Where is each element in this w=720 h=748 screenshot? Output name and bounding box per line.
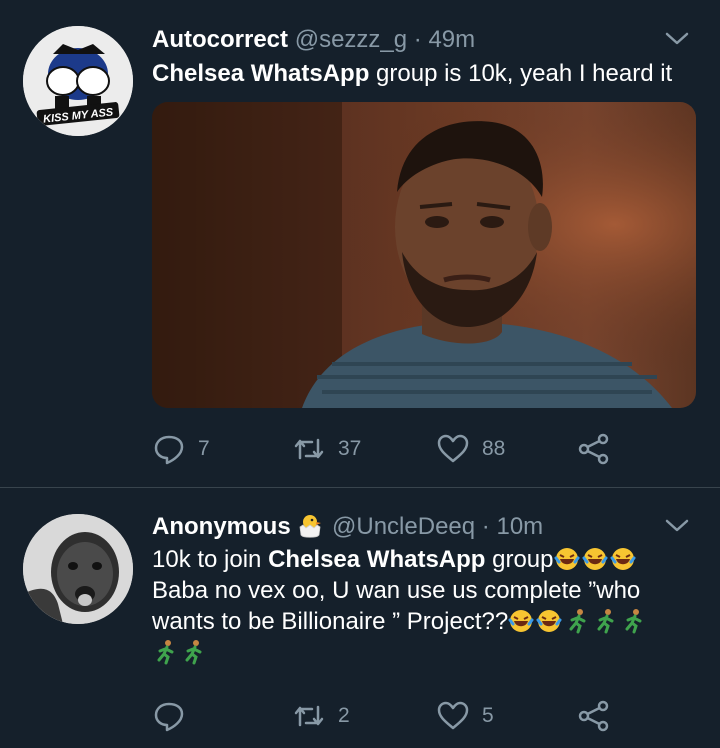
tweet-text-line-4 bbox=[152, 637, 700, 668]
like-button[interactable]: 88 bbox=[436, 432, 505, 466]
tweet-autocorrect[interactable]: KISS MY ASS Autocorrect @sezzz_g · 49m C… bbox=[0, 0, 720, 488]
heart-icon bbox=[437, 434, 469, 463]
tweet-text-rest: group is 10k, yeah I heard it bbox=[369, 60, 673, 87]
share-button[interactable] bbox=[577, 699, 611, 733]
like-button[interactable]: 5 bbox=[436, 699, 494, 733]
hatching-chick-emoji bbox=[299, 515, 322, 538]
like-count: 88 bbox=[482, 437, 506, 460]
tweet-actions: 7 37 88 bbox=[152, 432, 622, 466]
share-icon bbox=[578, 433, 609, 465]
separator-dot: · bbox=[413, 26, 422, 53]
tweet-photo[interactable] bbox=[152, 102, 696, 408]
tweet-header: Anonymous @UncleDeeq · 10m bbox=[152, 513, 700, 543]
like-count: 5 bbox=[482, 704, 494, 727]
laughing-tears-emoji bbox=[508, 610, 534, 632]
reply-button[interactable]: 7 bbox=[152, 432, 210, 466]
tweet-text-bold: Chelsea WhatsApp bbox=[268, 546, 486, 573]
chevron-down-icon[interactable] bbox=[664, 30, 690, 48]
retweet-count: 2 bbox=[338, 704, 350, 727]
share-icon bbox=[578, 700, 609, 732]
user-handle[interactable]: @sezzz_g bbox=[295, 26, 407, 53]
avatar[interactable] bbox=[23, 514, 133, 624]
tweet-text: Chelsea WhatsApp group is 10k, yeah I he… bbox=[152, 58, 700, 89]
timestamp[interactable]: 49m bbox=[428, 26, 475, 53]
laughing-tears-emoji bbox=[610, 548, 636, 570]
laughing-tears-emoji bbox=[554, 548, 580, 570]
share-button[interactable] bbox=[577, 432, 611, 466]
display-name[interactable]: Anonymous bbox=[152, 513, 291, 540]
running-man-emoji bbox=[569, 609, 586, 634]
timestamp[interactable]: 10m bbox=[496, 513, 543, 540]
tweet-text: 10k to join Chelsea WhatsApp group Baba … bbox=[152, 544, 700, 668]
reply-icon bbox=[154, 702, 184, 732]
tweet-actions: 2 5 bbox=[152, 699, 622, 733]
chevron-down-icon[interactable] bbox=[664, 517, 690, 535]
separator-dot: · bbox=[481, 513, 490, 540]
tweet-text-segment: 10k to join bbox=[152, 546, 269, 573]
tweet-text-line-2: Baba no vex oo, U wan use us complete ”w… bbox=[152, 577, 641, 604]
heart-icon bbox=[437, 701, 469, 730]
user-handle[interactable]: @UncleDeeq bbox=[332, 513, 475, 540]
tweet-text-bold: Chelsea WhatsApp bbox=[152, 60, 370, 87]
running-man-emoji bbox=[625, 609, 642, 634]
tweet-header: Autocorrect @sezzz_g · 49m bbox=[152, 26, 700, 56]
reply-count: 7 bbox=[198, 437, 210, 460]
tweet-text-segment: wants to be Billionaire ” Project?? bbox=[152, 608, 509, 635]
display-name[interactable]: Autocorrect bbox=[152, 26, 288, 53]
retweet-button[interactable]: 37 bbox=[292, 432, 361, 466]
reply-icon bbox=[154, 435, 184, 465]
retweet-button[interactable]: 2 bbox=[292, 699, 350, 733]
tweet-anonymous[interactable]: Anonymous @UncleDeeq · 10m 10k to join C… bbox=[0, 489, 720, 748]
avatar[interactable]: KISS MY ASS bbox=[23, 26, 133, 136]
laughing-tears-emoji bbox=[582, 548, 608, 570]
retweet-icon bbox=[294, 705, 324, 727]
laughing-tears-emoji bbox=[536, 610, 562, 632]
running-man-emoji bbox=[597, 609, 614, 634]
retweet-count: 37 bbox=[338, 437, 362, 460]
running-man-emoji bbox=[185, 640, 202, 665]
tweet-text-line-1: 10k to join Chelsea WhatsApp group bbox=[152, 544, 700, 575]
retweet-icon bbox=[294, 438, 324, 460]
tweet-text-segment: group bbox=[485, 546, 554, 573]
tweet-text-line-3: wants to be Billionaire ” Project?? bbox=[152, 606, 700, 637]
reply-button[interactable] bbox=[152, 699, 186, 733]
running-man-emoji bbox=[157, 640, 174, 665]
